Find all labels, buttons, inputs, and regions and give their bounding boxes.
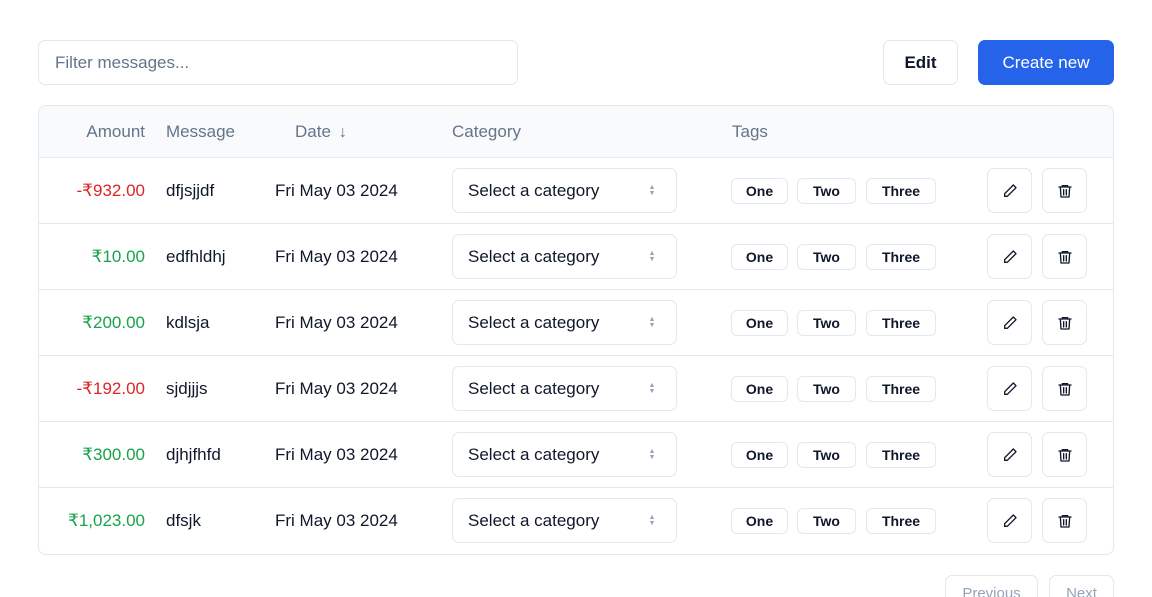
filter-messages-input[interactable] xyxy=(38,40,518,85)
chevron-up-down-icon: ▲ ▼ xyxy=(648,249,656,263)
tag-two[interactable]: Two xyxy=(797,508,856,534)
trash-icon xyxy=(1057,382,1072,396)
table-row: ₹10.00 edfhldhj Fri May 03 2024 Select a… xyxy=(39,224,1113,290)
arrow-down-icon: ↓ xyxy=(338,124,347,141)
message-cell: sjdjjjs xyxy=(166,379,208,398)
edit-row-button[interactable] xyxy=(987,432,1032,477)
category-select[interactable]: Select a category ▲ ▼ xyxy=(452,168,677,213)
pencil-icon xyxy=(1003,315,1017,329)
trash-icon xyxy=(1057,316,1072,330)
category-select-value: Select a category xyxy=(468,445,600,464)
amount-cell: ₹10.00 xyxy=(91,247,145,266)
edit-button[interactable]: Edit xyxy=(883,40,958,85)
pencil-icon xyxy=(1003,249,1017,263)
tag-three[interactable]: Three xyxy=(866,508,936,534)
category-select-value: Select a category xyxy=(468,313,600,332)
trash-icon xyxy=(1057,184,1072,198)
tag-two[interactable]: Two xyxy=(797,244,856,270)
category-select-value: Select a category xyxy=(468,181,600,200)
next-page-button[interactable]: Next xyxy=(1049,575,1114,597)
pencil-icon xyxy=(1003,381,1017,395)
message-cell: dfsjk xyxy=(166,511,201,530)
pencil-icon xyxy=(1003,513,1017,527)
tag-three[interactable]: Three xyxy=(866,310,936,336)
tag-one[interactable]: One xyxy=(731,244,788,270)
category-select-value: Select a category xyxy=(468,379,600,398)
message-cell: djhjfhfd xyxy=(166,445,221,464)
amount-cell: ₹300.00 xyxy=(82,445,145,464)
delete-row-button[interactable] xyxy=(1042,366,1087,411)
edit-row-button[interactable] xyxy=(987,498,1032,543)
table-row: -₹932.00 dfjsjjdf Fri May 03 2024 Select… xyxy=(39,158,1113,224)
chevron-up-down-icon: ▲ ▼ xyxy=(648,447,656,461)
category-select[interactable]: Select a category ▲ ▼ xyxy=(452,432,677,477)
edit-row-button[interactable] xyxy=(987,234,1032,279)
table-row: ₹200.00 kdlsja Fri May 03 2024 Select a … xyxy=(39,290,1113,356)
toolbar: Edit Create new xyxy=(38,40,1114,86)
delete-row-button[interactable] xyxy=(1042,168,1087,213)
previous-page-button[interactable]: Previous xyxy=(945,575,1038,597)
delete-row-button[interactable] xyxy=(1042,432,1087,477)
trash-icon xyxy=(1057,514,1072,528)
tag-one[interactable]: One xyxy=(731,442,788,468)
tag-three[interactable]: Three xyxy=(866,244,936,270)
delete-row-button[interactable] xyxy=(1042,300,1087,345)
date-cell: Fri May 03 2024 xyxy=(275,247,398,266)
transactions-table: Amount Message Date ↓ Category Tags -₹932… xyxy=(38,105,1114,555)
amount-cell: -₹932.00 xyxy=(76,181,145,200)
column-header-message[interactable]: Message xyxy=(166,106,235,158)
date-cell: Fri May 03 2024 xyxy=(275,379,398,398)
edit-row-button[interactable] xyxy=(987,366,1032,411)
tag-two[interactable]: Two xyxy=(797,310,856,336)
message-cell: kdlsja xyxy=(166,313,210,332)
message-cell: edfhldhj xyxy=(166,247,226,266)
trash-icon xyxy=(1057,448,1072,462)
column-header-date-label: Date xyxy=(295,122,331,141)
table-row: ₹300.00 djhjfhfd Fri May 03 2024 Select … xyxy=(39,422,1113,488)
delete-row-button[interactable] xyxy=(1042,498,1087,543)
delete-row-button[interactable] xyxy=(1042,234,1087,279)
tag-one[interactable]: One xyxy=(731,376,788,402)
column-header-tags[interactable]: Tags xyxy=(732,106,768,158)
message-cell: dfjsjjdf xyxy=(166,181,215,200)
tag-two[interactable]: Two xyxy=(797,442,856,468)
table-header: Amount Message Date ↓ Category Tags xyxy=(39,106,1113,158)
chevron-up-down-icon: ▲ ▼ xyxy=(648,183,656,197)
table-row: -₹192.00 sjdjjjs Fri May 03 2024 Select … xyxy=(39,356,1113,422)
table-row: ₹1,023.00 dfsjk Fri May 03 2024 Select a… xyxy=(39,488,1113,554)
create-new-button[interactable]: Create new xyxy=(978,40,1114,85)
date-cell: Fri May 03 2024 xyxy=(275,313,398,332)
category-select[interactable]: Select a category ▲ ▼ xyxy=(452,300,677,345)
date-cell: Fri May 03 2024 xyxy=(275,181,398,200)
category-select-value: Select a category xyxy=(468,511,600,530)
date-cell: Fri May 03 2024 xyxy=(275,511,398,530)
tag-three[interactable]: Three xyxy=(866,442,936,468)
pencil-icon xyxy=(1003,447,1017,461)
date-cell: Fri May 03 2024 xyxy=(275,445,398,464)
tag-one[interactable]: One xyxy=(731,508,788,534)
amount-cell: ₹1,023.00 xyxy=(68,511,145,530)
amount-cell: ₹200.00 xyxy=(82,313,145,332)
column-header-date[interactable]: Date ↓ xyxy=(295,106,347,158)
category-select-value: Select a category xyxy=(468,247,600,266)
column-header-category[interactable]: Category xyxy=(452,106,521,158)
tag-one[interactable]: One xyxy=(731,178,788,204)
chevron-up-down-icon: ▲ ▼ xyxy=(648,381,656,395)
tag-one[interactable]: One xyxy=(731,310,788,336)
category-select[interactable]: Select a category ▲ ▼ xyxy=(452,498,677,543)
chevron-up-down-icon: ▲ ▼ xyxy=(648,513,656,527)
chevron-up-down-icon: ▲ ▼ xyxy=(648,315,656,329)
category-select[interactable]: Select a category ▲ ▼ xyxy=(452,234,677,279)
column-header-amount[interactable]: Amount xyxy=(86,106,145,158)
tag-three[interactable]: Three xyxy=(866,376,936,402)
amount-cell: -₹192.00 xyxy=(76,379,145,398)
tag-two[interactable]: Two xyxy=(797,178,856,204)
trash-icon xyxy=(1057,250,1072,264)
tag-three[interactable]: Three xyxy=(866,178,936,204)
edit-row-button[interactable] xyxy=(987,168,1032,213)
pencil-icon xyxy=(1003,183,1017,197)
category-select[interactable]: Select a category ▲ ▼ xyxy=(452,366,677,411)
tag-two[interactable]: Two xyxy=(797,376,856,402)
edit-row-button[interactable] xyxy=(987,300,1032,345)
